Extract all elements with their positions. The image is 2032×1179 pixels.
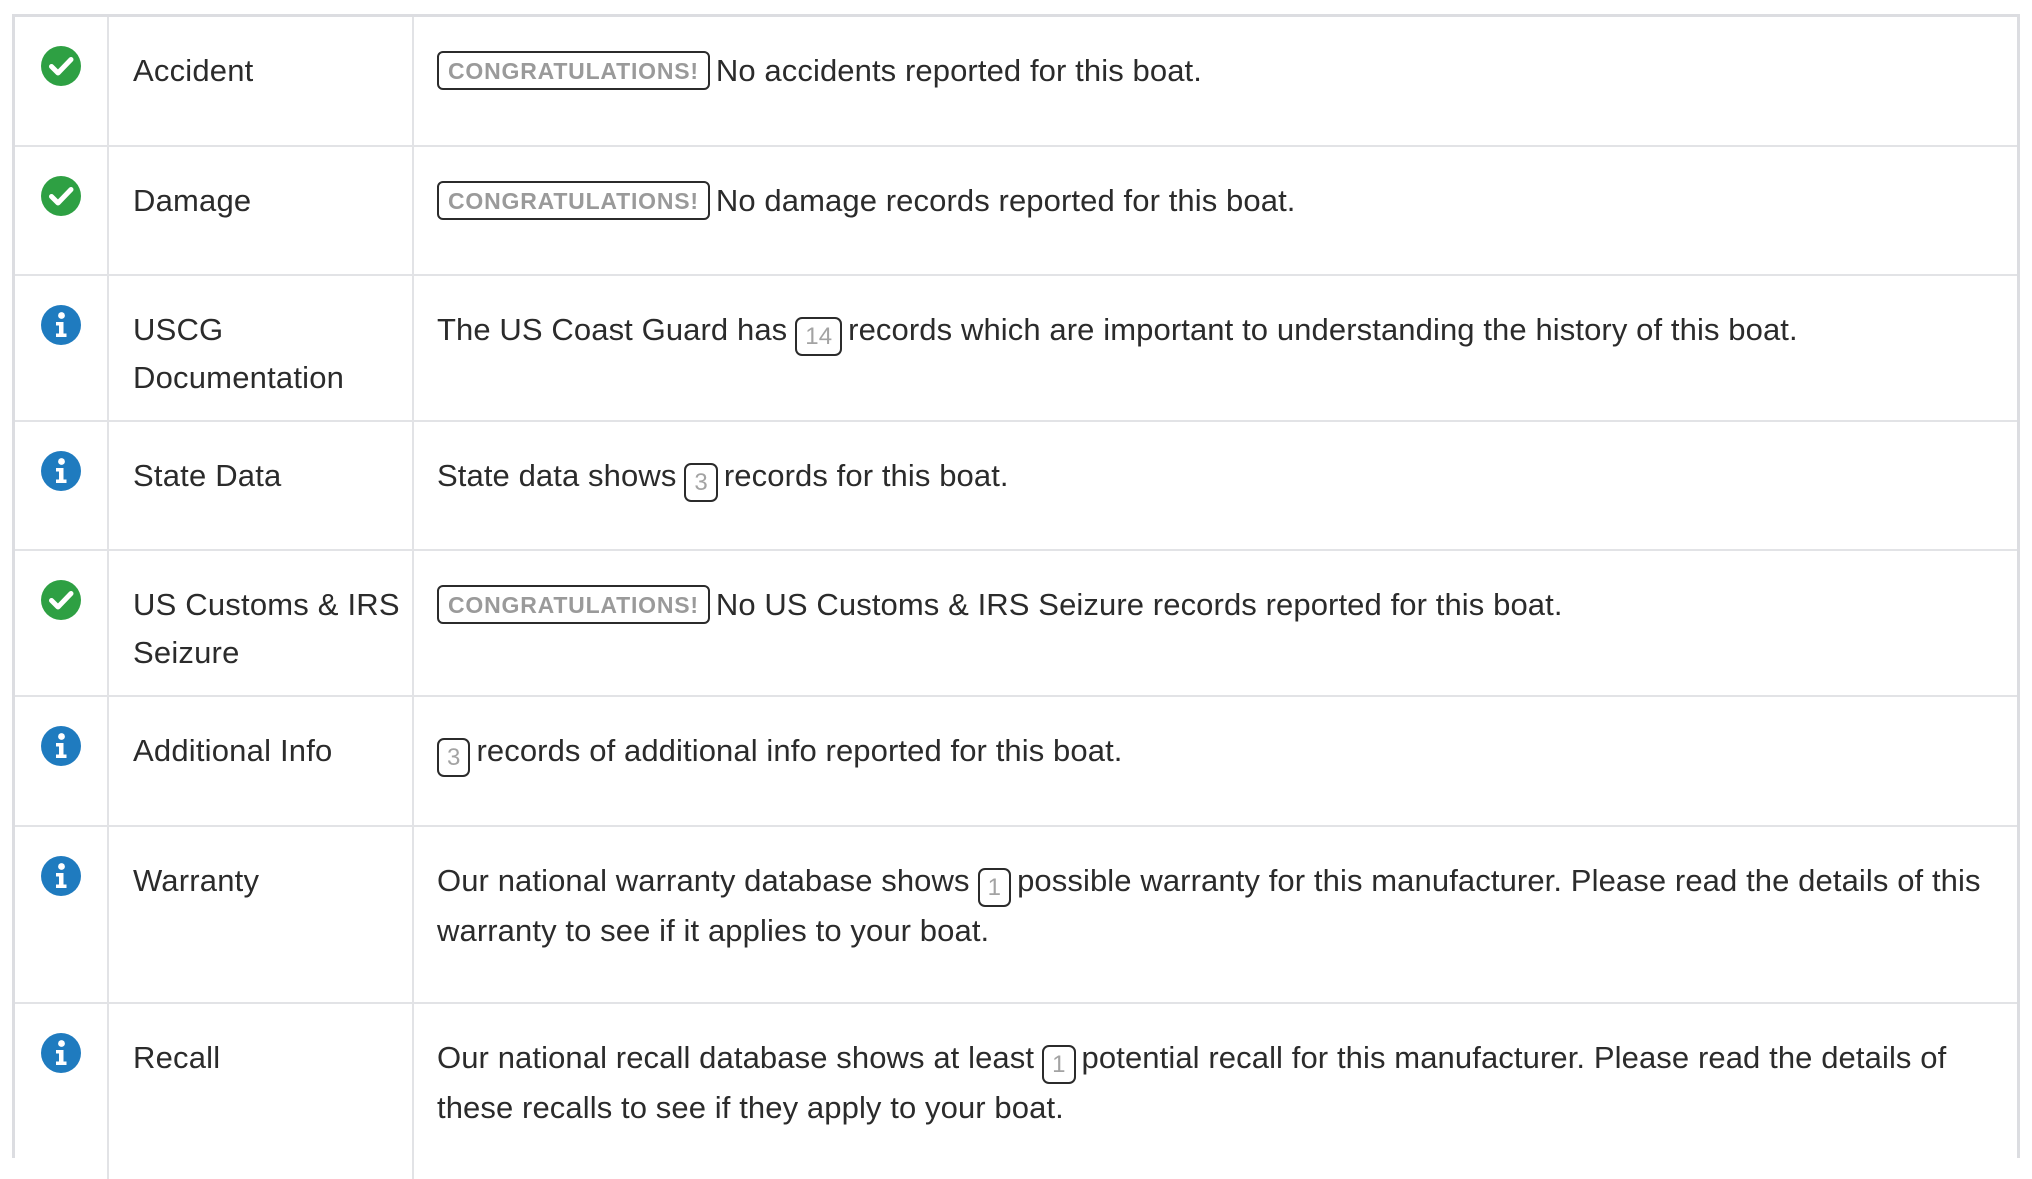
- category-label: State Data: [133, 458, 282, 493]
- check-circle-icon: [41, 176, 81, 216]
- description-text: No US Customs & IRS Seizure records repo…: [715, 587, 1563, 622]
- row-description: 3 records of additional info reported for…: [414, 697, 2017, 777]
- description-text-after: records which are important to understan…: [848, 312, 1798, 347]
- info-circle-icon: [41, 726, 81, 766]
- row-description: CONGRATULATIONS! No US Customs & IRS Seiz…: [414, 551, 2017, 629]
- record-count-badge: 14: [795, 317, 843, 356]
- record-count-badge: 1: [1042, 1045, 1076, 1084]
- category-label: US Customs & IRS Seizure: [133, 587, 400, 670]
- table-row-damage: Damage CONGRATULATIONS! No damage records…: [15, 146, 2017, 276]
- row-description: CONGRATULATIONS! No accidents reported fo…: [414, 17, 2017, 95]
- check-circle-icon: [41, 580, 81, 620]
- info-circle-icon: [41, 451, 81, 491]
- description-text-before: Our national recall database shows at le…: [437, 1040, 1035, 1075]
- category-label: Warranty: [133, 863, 260, 898]
- category-label: Accident: [133, 53, 254, 88]
- record-count-badge: 3: [684, 463, 718, 502]
- description-text-after: records for this boat.: [723, 458, 1009, 493]
- row-description: The US Coast Guard has 14 records which ar…: [414, 276, 2017, 356]
- category-label: Recall: [133, 1040, 221, 1075]
- row-description: CONGRATULATIONS! No damage records report…: [414, 147, 2017, 225]
- row-description: Our national recall database shows at le…: [414, 1004, 2017, 1132]
- description-text: No accidents reported for this boat.: [715, 53, 1202, 88]
- info-circle-icon: [41, 856, 81, 896]
- info-circle-icon: [41, 305, 81, 345]
- boat-history-summary-table: Accident CONGRATULATIONS! No accidents re…: [12, 14, 2020, 1179]
- row-description: Our national warranty database shows 1 pos…: [414, 827, 2017, 955]
- table-row-us-customs-irs-seizure: US Customs & IRS Seizure CONGRATULATIONS…: [15, 550, 2017, 697]
- table-row-accident: Accident CONGRATULATIONS! No accidents re…: [15, 17, 2017, 147]
- category-label: USCG Documentation: [133, 312, 345, 395]
- table-row-recall: Recall Our national recall database show…: [15, 1003, 2017, 1179]
- description-text-before: The US Coast Guard has: [437, 312, 788, 347]
- description-text: No damage records reported for this boat…: [715, 183, 1296, 218]
- row-description: State data shows 3 records for this boat.: [414, 422, 2017, 502]
- category-label: Additional Info: [133, 733, 333, 768]
- description-text-before: Our national warranty database shows: [437, 863, 970, 898]
- congratulations-badge: CONGRATULATIONS!: [437, 585, 710, 624]
- table-row-uscg-documentation: USCG Documentation The US Coast Guard ha…: [15, 275, 2017, 422]
- congratulations-badge: CONGRATULATIONS!: [437, 181, 710, 220]
- description-text-after: records of additional info reported for …: [476, 733, 1123, 768]
- description-text-before: State data shows: [437, 458, 677, 493]
- category-label: Damage: [133, 183, 252, 218]
- check-circle-icon: [41, 46, 81, 86]
- info-circle-icon: [41, 1033, 81, 1073]
- congratulations-badge: CONGRATULATIONS!: [437, 51, 710, 90]
- table-row-additional-info: Additional Info 3 records of additional i…: [15, 696, 2017, 827]
- record-count-badge: 3: [437, 738, 471, 777]
- record-count-badge: 1: [977, 868, 1012, 907]
- table-row-warranty: Warranty Our national warranty database …: [15, 826, 2017, 1004]
- table-row-state-data: State Data State data shows 3 records for …: [15, 421, 2017, 551]
